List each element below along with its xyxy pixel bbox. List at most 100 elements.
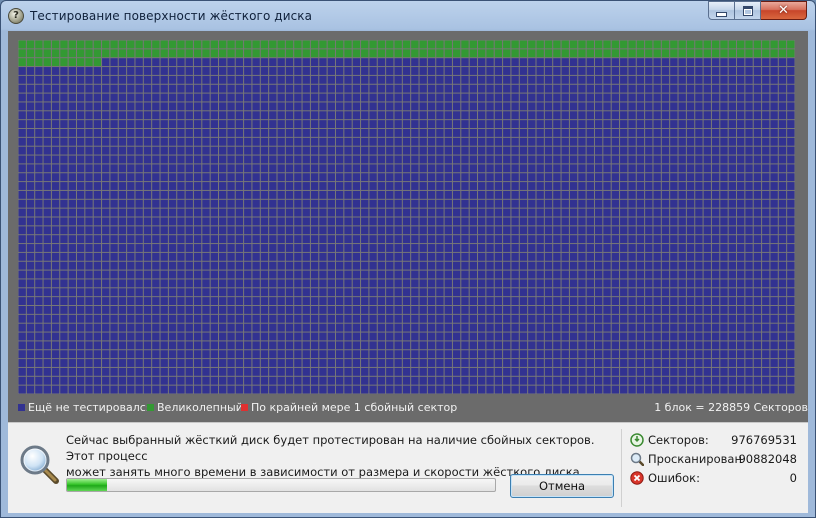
sector-block-untested	[244, 182, 252, 190]
sector-block-untested	[185, 341, 193, 350]
sector-block-untested	[620, 261, 628, 270]
sector-block-untested	[603, 155, 611, 164]
sector-block-good	[586, 40, 594, 49]
sector-block-untested	[319, 84, 327, 93]
sector-block-untested	[411, 120, 419, 128]
sector-block-untested	[427, 120, 436, 128]
sector-block-untested	[586, 120, 594, 128]
sector-block-untested	[143, 323, 152, 332]
sector-block-untested	[461, 84, 469, 93]
cancel-button[interactable]: Отмена	[510, 474, 614, 498]
sector-block-untested	[168, 102, 177, 111]
sector-block-untested	[152, 314, 160, 323]
sector-block-untested	[503, 182, 511, 190]
sector-block-untested	[51, 314, 60, 323]
sector-block-untested	[594, 350, 603, 359]
sector-block-untested	[628, 385, 636, 394]
sector-block-untested	[285, 190, 294, 199]
sector-block-untested	[118, 270, 127, 279]
title-bar[interactable]: ? Тестирование поверхности жёсткого диск…	[1, 1, 815, 31]
sector-block-good	[193, 40, 202, 49]
sector-block-untested	[110, 314, 118, 323]
sector-block-untested	[569, 199, 578, 208]
sector-block-untested	[76, 323, 85, 332]
sector-block-untested	[620, 75, 628, 84]
sector-block-untested	[227, 297, 235, 305]
sector-block-untested	[753, 270, 762, 279]
sector-block-untested	[661, 146, 670, 155]
sector-block-untested	[519, 199, 528, 208]
sector-block-untested	[494, 314, 503, 323]
sector-block-untested	[478, 367, 486, 376]
sector-block-good	[678, 49, 686, 58]
sector-block-untested	[386, 58, 394, 67]
sector-block-good	[636, 40, 645, 49]
sector-block-untested	[185, 155, 193, 164]
sector-block-untested	[127, 129, 135, 137]
sector-block-untested	[503, 323, 511, 332]
sector-block-untested	[620, 58, 628, 67]
sector-block-untested	[536, 199, 544, 208]
sector-block-untested	[285, 226, 294, 235]
sector-block-untested	[787, 376, 795, 385]
sector-block-untested	[76, 359, 85, 367]
sector-block-untested	[244, 288, 252, 297]
sector-block-untested	[519, 350, 528, 359]
sector-block-untested	[486, 75, 494, 84]
sector-block-untested	[478, 244, 486, 252]
sector-block-untested	[160, 332, 168, 341]
sector-block-untested	[152, 120, 160, 128]
sector-block-untested	[544, 244, 553, 252]
sector-block-untested	[152, 111, 160, 120]
sector-block-untested	[202, 367, 210, 376]
sector-block-untested	[219, 164, 227, 173]
sector-block-untested	[620, 182, 628, 190]
close-button[interactable]: ✕	[761, 1, 807, 20]
sector-block-untested	[202, 146, 210, 155]
minimize-button[interactable]	[708, 1, 735, 20]
sector-block-untested	[394, 155, 402, 164]
sector-block-untested	[519, 279, 528, 288]
sector-block-untested	[319, 376, 327, 385]
sector-block-untested	[43, 341, 51, 350]
sector-block-untested	[152, 102, 160, 111]
sector-block-untested	[452, 164, 461, 173]
sector-block-untested	[168, 182, 177, 190]
sector-block-untested	[770, 341, 778, 350]
sector-block-untested	[244, 199, 252, 208]
sector-block-untested	[102, 314, 110, 323]
sector-block-untested	[578, 359, 586, 367]
sector-block-untested	[327, 75, 335, 84]
sector-block-untested	[118, 137, 127, 146]
sector-block-untested	[160, 279, 168, 288]
sector-block-untested	[536, 226, 544, 235]
sector-block-untested	[285, 261, 294, 270]
sector-block-untested	[653, 208, 661, 217]
sector-block-untested	[444, 332, 452, 341]
sector-block-untested	[210, 217, 219, 226]
sector-block-untested	[260, 102, 269, 111]
sector-block-untested	[344, 190, 352, 199]
sector-block-untested	[753, 217, 762, 226]
sector-block-untested	[269, 341, 277, 350]
sector-block-untested	[127, 297, 135, 305]
sector-block-untested	[636, 199, 645, 208]
sector-block-untested	[160, 208, 168, 217]
sector-block-untested	[227, 341, 235, 350]
sector-block-untested	[26, 297, 35, 305]
maximize-icon	[742, 5, 753, 16]
sector-block-untested	[711, 252, 720, 261]
sector-block-good	[85, 58, 93, 67]
sector-block-untested	[160, 217, 168, 226]
sector-block-untested	[436, 341, 444, 350]
sector-block-untested	[319, 235, 327, 244]
sector-block-untested	[561, 217, 569, 226]
sector-block-untested	[394, 244, 402, 252]
sector-block-untested	[68, 270, 76, 279]
sector-block-untested	[227, 182, 235, 190]
sector-block-untested	[569, 341, 578, 350]
sector-block-untested	[202, 235, 210, 244]
sector-block-untested	[193, 58, 202, 67]
sector-block-untested	[419, 376, 427, 385]
maximize-button[interactable]	[735, 1, 761, 20]
